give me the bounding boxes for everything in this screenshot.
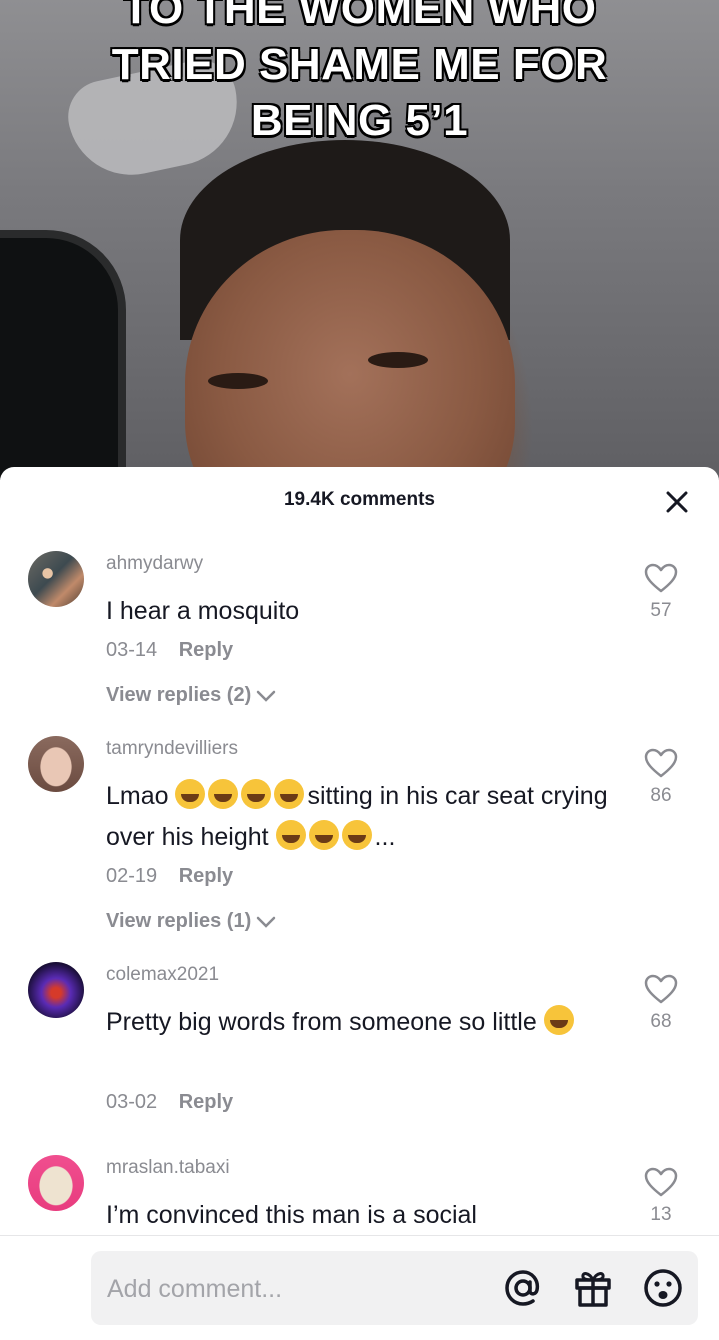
avatar[interactable] [28, 962, 84, 1018]
comment-username[interactable]: ahmydarwy [106, 553, 203, 575]
emoji-icon [644, 1269, 682, 1307]
comment-text: I’m convinced this man is a social [106, 1201, 477, 1229]
gift-button[interactable] [573, 1268, 613, 1308]
laughing-emoji-icon [208, 779, 239, 810]
laughing-emoji-icon [274, 779, 305, 810]
avatar[interactable] [28, 551, 84, 607]
comments-sheet: 19.4K comments ahmydarwy I hear a mosqui… [0, 467, 719, 1340]
comment-text-ellipsis: ... [374, 823, 396, 851]
heart-icon [644, 748, 678, 778]
heart-icon [644, 563, 678, 593]
comment-input-bar [91, 1251, 698, 1327]
laughing-emoji-icon [241, 779, 272, 810]
like-button[interactable]: 57 [640, 563, 682, 622]
overlay-line-2: TRIED SHAME ME FOR [111, 40, 608, 89]
view-replies-label: View replies (1) [106, 910, 252, 932]
avatar[interactable] [28, 736, 84, 792]
like-button[interactable]: 86 [640, 748, 682, 807]
comment-text: Pretty big words from someone so little [106, 1002, 611, 1043]
sweat-smile-emoji-icon [543, 1005, 574, 1036]
close-icon [666, 491, 688, 513]
left-eye [208, 373, 268, 389]
laughing-emoji-icon [175, 779, 206, 810]
overlay-line-1: TO THE WOMEN WHO [122, 0, 597, 33]
mention-button[interactable] [503, 1268, 543, 1308]
comment-text: Lmao sitting in his car seat crying over… [106, 776, 611, 858]
view-replies-button[interactable]: View replies (2) [106, 684, 277, 707]
comment-date: 03-14 [106, 639, 158, 661]
footer-divider [0, 1235, 719, 1236]
like-button[interactable]: 13 [640, 1167, 682, 1226]
like-count: 68 [650, 1011, 672, 1032]
comments-count-title: 19.4K comments [283, 489, 435, 510]
reply-button[interactable]: Reply [179, 1091, 233, 1113]
overlay-line-3: BEING 5’1 [250, 96, 469, 145]
comment-text: I hear a mosquito [106, 597, 300, 625]
comment-username[interactable]: colemax2021 [106, 964, 219, 986]
reply-button[interactable]: Reply [179, 865, 233, 887]
laughing-emoji-icon [275, 820, 306, 851]
view-replies-label: View replies (2) [106, 684, 252, 706]
emoji-button[interactable] [643, 1268, 683, 1308]
comment-item: mraslan.tabaxi I’m convinced this man is… [0, 1155, 719, 1235]
at-icon [505, 1270, 540, 1306]
heart-icon [644, 974, 678, 1004]
comment-date: 03-02 [106, 1091, 158, 1113]
comment-username[interactable]: mraslan.tabaxi [106, 1157, 230, 1179]
comment-text-part: Lmao [106, 782, 176, 810]
like-button[interactable]: 68 [640, 974, 682, 1033]
close-button[interactable] [660, 485, 694, 519]
comment-meta: 02-19 Reply [106, 865, 233, 888]
comment-date: 02-19 [106, 865, 158, 887]
chevron-down-icon [257, 916, 276, 928]
laughing-emoji-icon [308, 820, 339, 851]
comment-meta: 03-14 Reply [106, 639, 233, 662]
gift-icon [575, 1272, 611, 1307]
like-count: 86 [650, 785, 672, 806]
chevron-down-icon [257, 690, 276, 702]
view-replies-button[interactable]: View replies (1) [106, 910, 277, 933]
like-count: 13 [650, 1204, 672, 1225]
laughing-emoji-icon [341, 820, 372, 851]
car-window [0, 230, 126, 480]
right-eye [368, 352, 428, 368]
heart-icon [644, 1167, 678, 1197]
like-count: 57 [650, 600, 672, 621]
comment-text-part: Pretty big words from someone so little [106, 1008, 544, 1036]
comment-username[interactable]: tamryndevilliers [106, 738, 238, 760]
comment-meta: 03-02 Reply [106, 1091, 233, 1114]
comment-input[interactable] [105, 1251, 489, 1327]
reply-button[interactable]: Reply [179, 639, 233, 661]
avatar[interactable] [28, 1155, 84, 1211]
video-player[interactable]: TO THE WOMEN WHO TRIED SHAME ME FOR BEIN… [0, 0, 719, 480]
